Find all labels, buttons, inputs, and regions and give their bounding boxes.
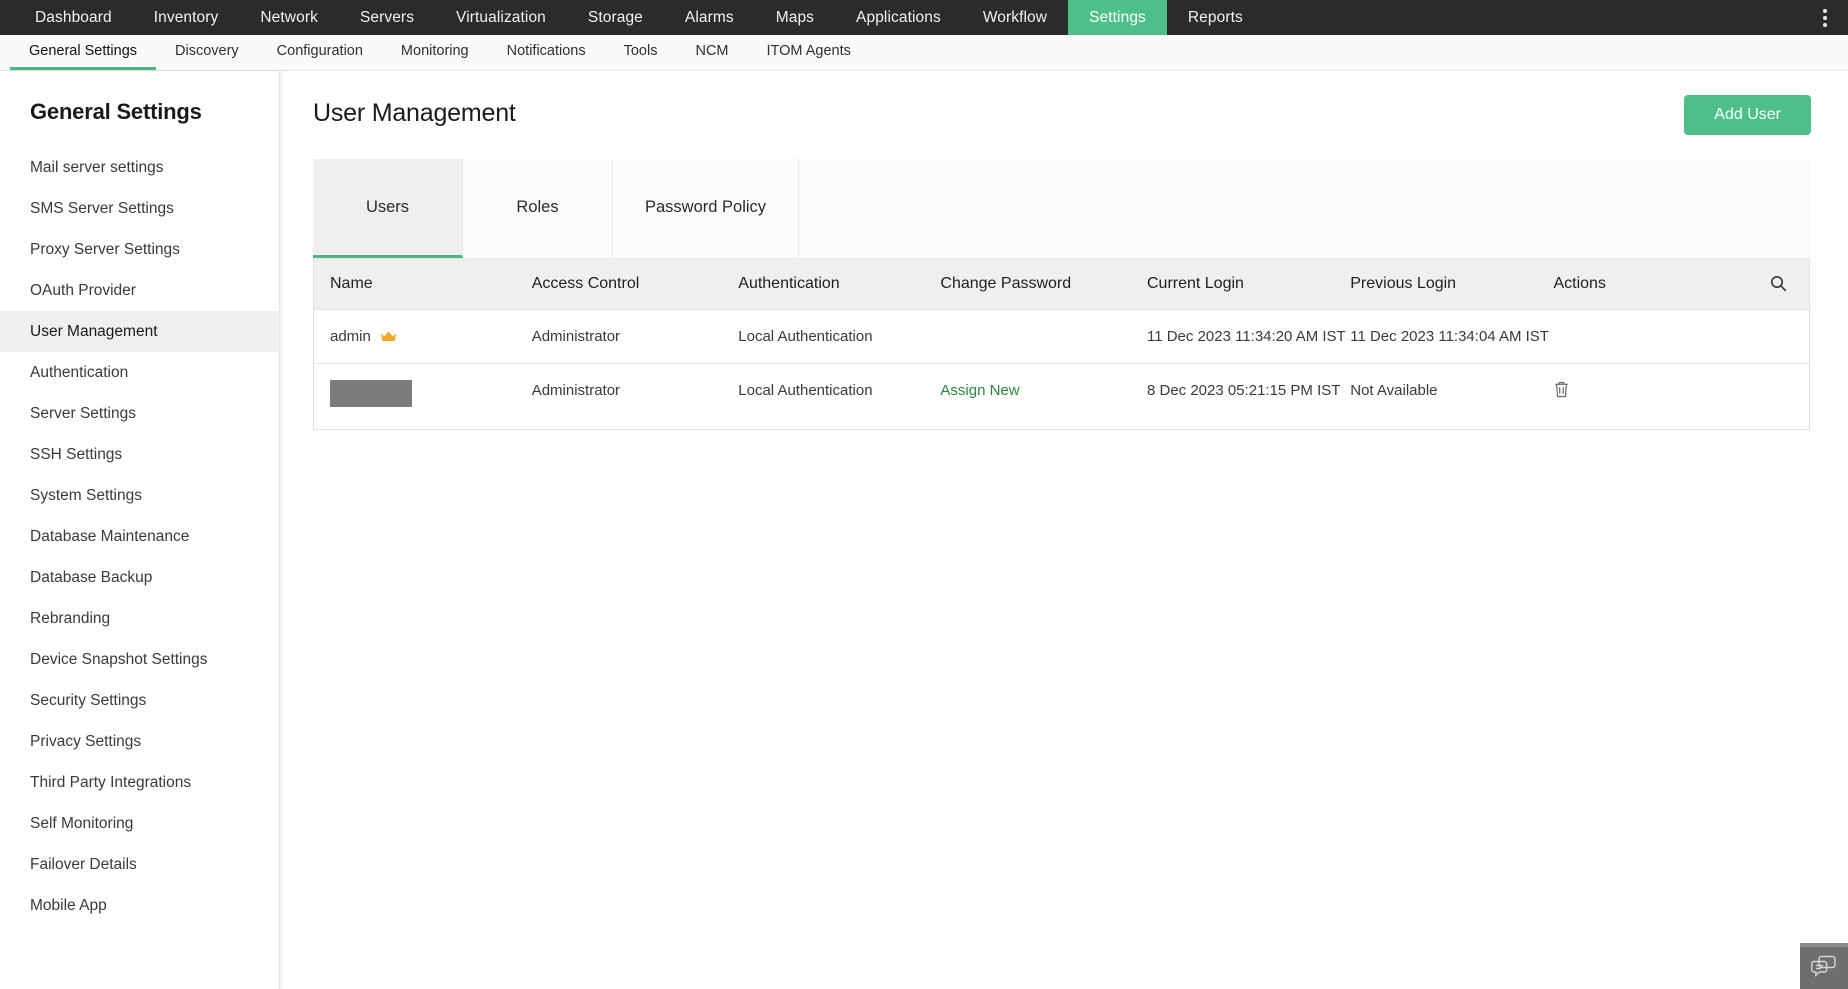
subnav-item-ncm[interactable]: NCM <box>676 35 747 70</box>
column-header-access-control: Access Control <box>532 259 739 310</box>
vertical-dots-icon[interactable] <box>1812 0 1838 35</box>
topnav-item-dashboard[interactable]: Dashboard <box>14 0 133 35</box>
users-table-body: admin AdministratorLocal Authentication 11… <box>314 310 1809 430</box>
table-row: AdministratorLocal AuthenticationAssign … <box>314 364 1809 430</box>
topnav-item-virtualization[interactable]: Virtualization <box>435 0 567 35</box>
add-user-button[interactable]: Add User <box>1684 95 1811 135</box>
cell-authentication: Local Authentication <box>738 310 940 364</box>
tabs-filler <box>799 159 1810 258</box>
sidebar-item-oauth-provider[interactable]: OAuth Provider <box>0 270 279 311</box>
topnav-item-inventory[interactable]: Inventory <box>133 0 240 35</box>
subnav-item-discovery[interactable]: Discovery <box>156 35 258 70</box>
sidebar-title: General Settings <box>0 91 279 147</box>
tab-users[interactable]: Users <box>313 159 463 258</box>
column-header-authentication: Authentication <box>738 259 940 310</box>
cell-previous-login: Not Available <box>1350 364 1553 430</box>
subnav-item-notifications[interactable]: Notifications <box>488 35 605 70</box>
cell-name: admin <box>314 310 532 364</box>
table-row: admin AdministratorLocal Authentication 11… <box>314 310 1809 364</box>
top-navigation-bar: DashboardInventoryNetworkServersVirtuali… <box>0 0 1848 35</box>
cell-change-password-link[interactable]: Assign New <box>940 382 1019 399</box>
cell-name <box>314 364 532 430</box>
sidebar-item-rebranding[interactable]: Rebranding <box>0 598 279 639</box>
sidebar-item-database-backup[interactable]: Database Backup <box>0 557 279 598</box>
sidebar-item-third-party-integrations[interactable]: Third Party Integrations <box>0 762 279 803</box>
topnav-item-servers[interactable]: Servers <box>339 0 435 35</box>
table-search-cell <box>1720 259 1809 310</box>
column-header-previous-login: Previous Login <box>1350 259 1553 310</box>
sidebar-item-proxy-server-settings[interactable]: Proxy Server Settings <box>0 229 279 270</box>
dot <box>1823 23 1827 27</box>
table-header-row: NameAccess ControlAuthenticationChange P… <box>314 259 1809 310</box>
topnav-item-settings[interactable]: Settings <box>1068 0 1167 35</box>
sidebar-item-system-settings[interactable]: System Settings <box>0 475 279 516</box>
sidebar-item-security-settings[interactable]: Security Settings <box>0 680 279 721</box>
settings-sub-navigation: General SettingsDiscoveryConfigurationMo… <box>0 35 1848 71</box>
column-header-current-login: Current Login <box>1147 259 1350 310</box>
settings-sidebar: General Settings Mail server settingsSMS… <box>0 71 280 989</box>
sidebar-item-authentication[interactable]: Authentication <box>0 352 279 393</box>
sidebar-item-privacy-settings[interactable]: Privacy Settings <box>0 721 279 762</box>
column-header-name: Name <box>314 259 532 310</box>
username-label: admin <box>330 326 371 347</box>
sidebar-item-mail-server-settings[interactable]: Mail server settings <box>0 147 279 188</box>
topnav-item-network[interactable]: Network <box>239 0 339 35</box>
sidebar-item-mobile-app[interactable]: Mobile App <box>0 885 279 926</box>
cell-current-login: 8 Dec 2023 05:21:15 PM IST <box>1147 364 1350 430</box>
users-table-container: NameAccess ControlAuthenticationChange P… <box>313 259 1810 430</box>
cell-access-control: Administrator <box>532 310 739 364</box>
cell-change-password[interactable]: Assign New <box>940 364 1147 430</box>
user-management-tabs: UsersRolesPassword Policy <box>313 159 1810 259</box>
topnav-item-alarms[interactable]: Alarms <box>664 0 755 35</box>
topnav-item-applications[interactable]: Applications <box>835 0 962 35</box>
redacted-username <box>330 380 412 407</box>
sidebar-item-database-maintenance[interactable]: Database Maintenance <box>0 516 279 557</box>
column-header-actions: Actions <box>1553 259 1720 310</box>
sidebar-item-device-snapshot-settings[interactable]: Device Snapshot Settings <box>0 639 279 680</box>
dot <box>1823 16 1827 20</box>
cell-current-login: 11 Dec 2023 11:34:20 AM IST <box>1147 310 1350 364</box>
sidebar-item-failover-details[interactable]: Failover Details <box>0 844 279 885</box>
tab-password-policy[interactable]: Password Policy <box>613 159 799 258</box>
cell-actions <box>1553 364 1720 430</box>
page-layout: General Settings Mail server settingsSMS… <box>0 71 1848 989</box>
cell-actions <box>1553 310 1720 364</box>
trash-icon[interactable] <box>1553 380 1570 399</box>
chat-bubbles-icon <box>1811 955 1837 982</box>
cell-change-password <box>940 310 1147 364</box>
cell-authentication: Local Authentication <box>738 364 940 430</box>
cell-spacer <box>1720 364 1809 430</box>
topnav-item-storage[interactable]: Storage <box>567 0 664 35</box>
subnav-item-itom-agents[interactable]: ITOM Agents <box>748 35 870 70</box>
tab-roles[interactable]: Roles <box>463 159 613 258</box>
cell-spacer <box>1720 310 1809 364</box>
topnav-item-reports[interactable]: Reports <box>1167 0 1264 35</box>
column-header-change-password: Change Password <box>940 259 1147 310</box>
chat-support-widget[interactable] <box>1800 943 1848 989</box>
page-title: User Management <box>313 95 516 128</box>
sidebar-item-sms-server-settings[interactable]: SMS Server Settings <box>0 188 279 229</box>
cell-access-control: Administrator <box>532 364 739 430</box>
users-table-head: NameAccess ControlAuthenticationChange P… <box>314 259 1809 310</box>
subnav-item-monitoring[interactable]: Monitoring <box>382 35 488 70</box>
crown-icon <box>380 330 397 343</box>
cell-previous-login: 11 Dec 2023 11:34:04 AM IST <box>1350 310 1553 364</box>
subnav-item-configuration[interactable]: Configuration <box>258 35 382 70</box>
sidebar-item-user-management[interactable]: User Management <box>0 311 279 352</box>
topnav-item-workflow[interactable]: Workflow <box>962 0 1068 35</box>
users-table: NameAccess ControlAuthenticationChange P… <box>314 259 1809 429</box>
topnav-item-maps[interactable]: Maps <box>755 0 835 35</box>
search-icon[interactable] <box>1770 275 1787 292</box>
dot <box>1823 9 1827 13</box>
sidebar-item-ssh-settings[interactable]: SSH Settings <box>0 434 279 475</box>
sidebar-item-server-settings[interactable]: Server Settings <box>0 393 279 434</box>
sidebar-item-list: Mail server settingsSMS Server SettingsP… <box>0 147 279 926</box>
sidebar-item-self-monitoring[interactable]: Self Monitoring <box>0 803 279 844</box>
subnav-item-general-settings[interactable]: General Settings <box>10 35 156 70</box>
page-header: User Management Add User <box>313 95 1828 135</box>
main-content: User Management Add User UsersRolesPassw… <box>280 71 1848 989</box>
subnav-item-tools[interactable]: Tools <box>605 35 677 70</box>
